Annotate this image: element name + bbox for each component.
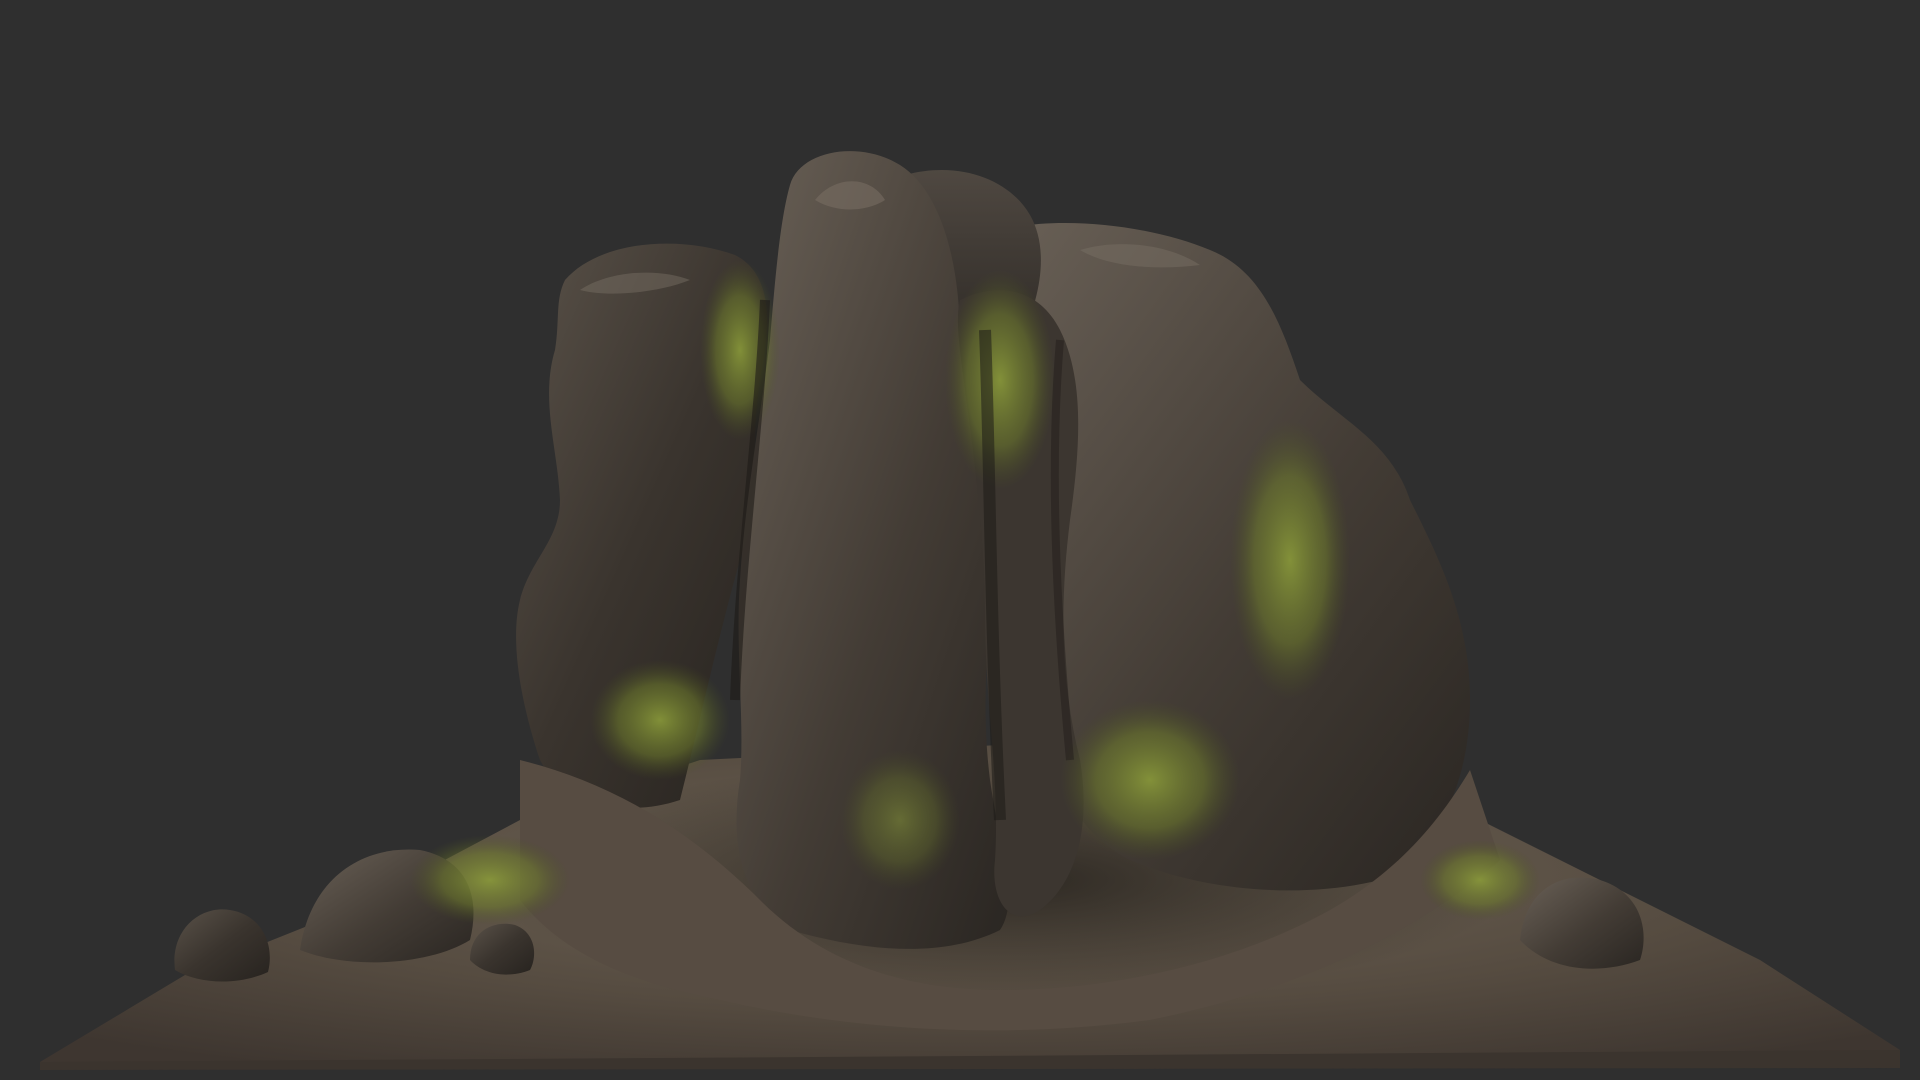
moss-patch-3 — [1230, 420, 1350, 700]
small-boulder-1 — [174, 909, 270, 982]
moss-patch-5 — [590, 660, 730, 780]
3d-viewport[interactable] — [0, 0, 1920, 1080]
moss-patch-2 — [945, 270, 1055, 490]
moss-patch-6 — [410, 835, 570, 925]
moss-patch-4 — [1060, 700, 1240, 860]
moss-patch-7 — [1420, 840, 1540, 920]
moss-patch-1 — [700, 260, 780, 440]
moss-patch-8 — [840, 750, 960, 890]
rock-model-render — [40, 151, 1900, 1070]
